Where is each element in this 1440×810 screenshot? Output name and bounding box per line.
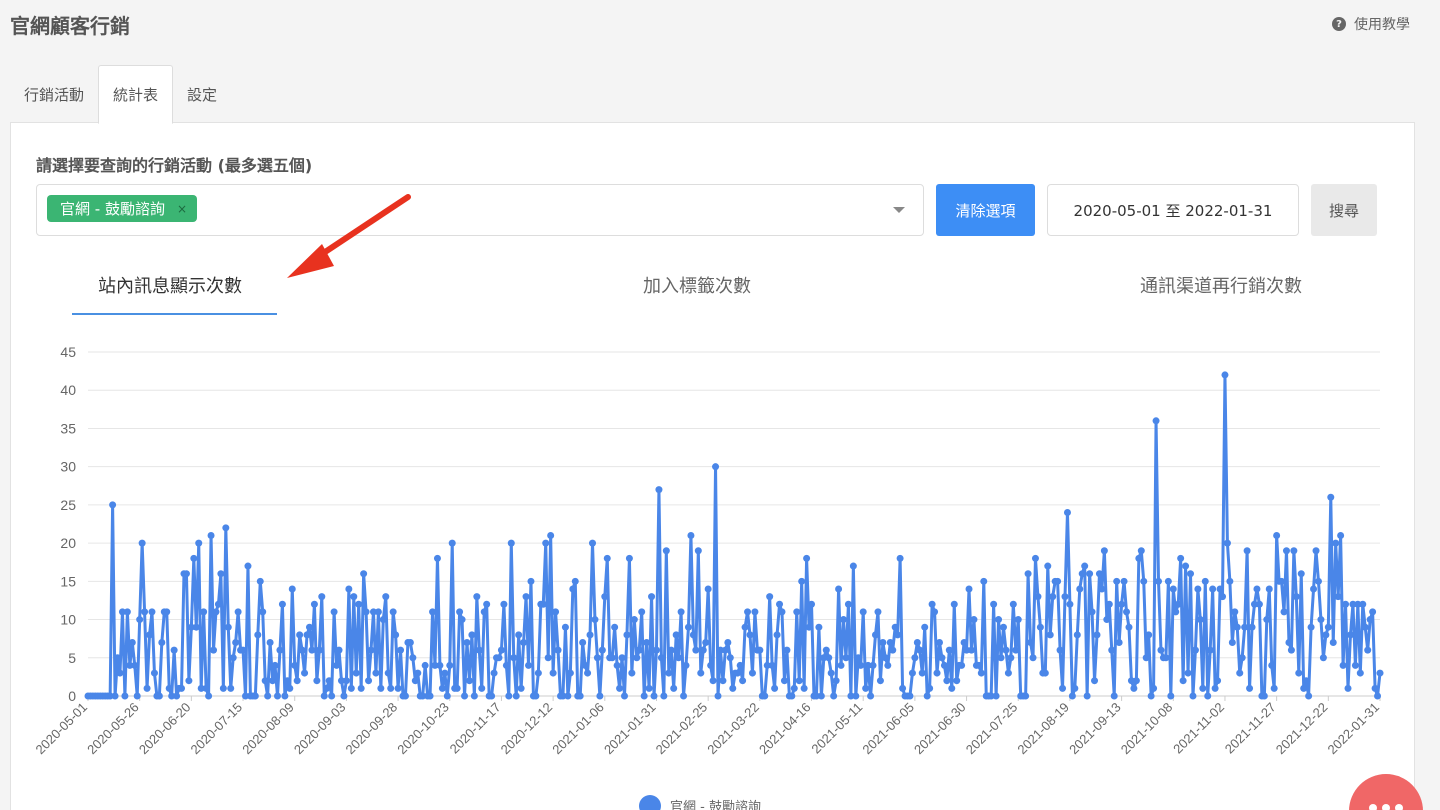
dot-icon bbox=[1369, 804, 1377, 810]
dot-icon bbox=[1395, 804, 1403, 810]
dot-icon bbox=[1382, 804, 1390, 810]
tab-statistics[interactable]: 統計表 bbox=[98, 65, 174, 124]
red-arrow-annotation bbox=[287, 194, 411, 278]
